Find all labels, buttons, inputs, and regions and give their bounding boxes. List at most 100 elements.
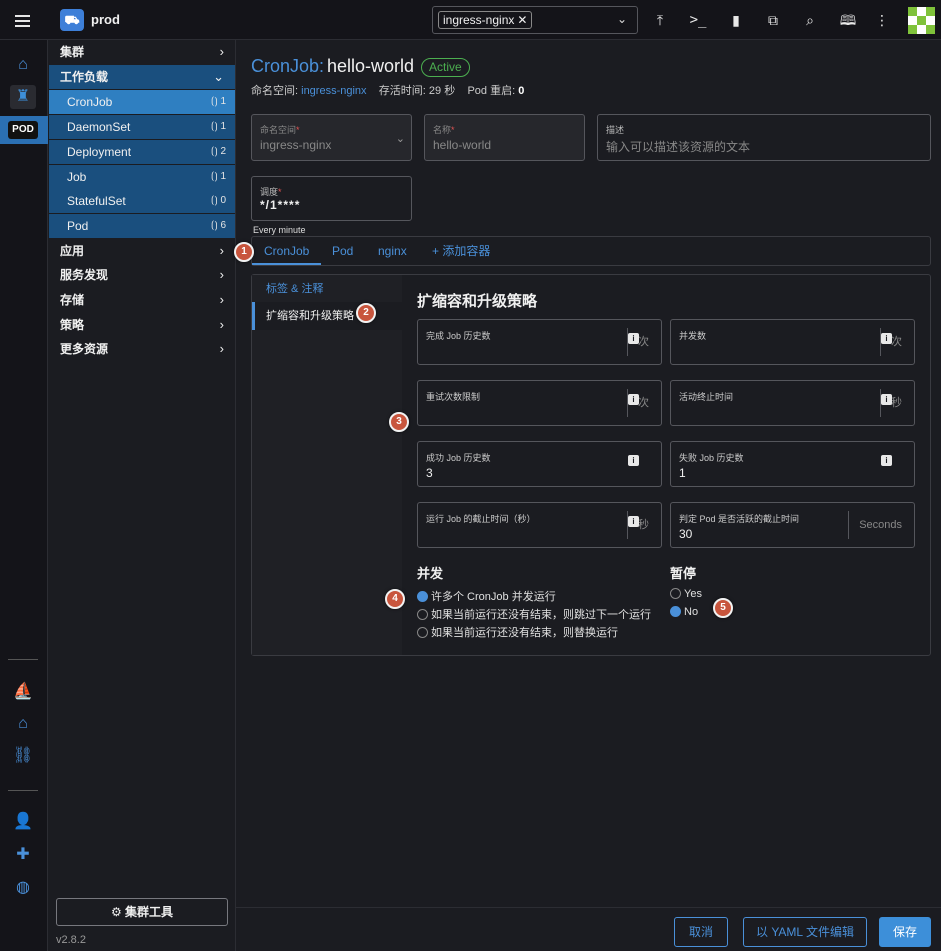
user-icon[interactable]: 👤 bbox=[10, 810, 36, 834]
sailboat-icon[interactable]: ⛵ bbox=[10, 680, 36, 704]
ready-seconds-input[interactable]: 30 bbox=[679, 527, 692, 541]
info-icon[interactable]: i bbox=[628, 516, 639, 527]
warehouse-icon[interactable]: ⌂ bbox=[10, 712, 36, 736]
name-field-label: 名称 bbox=[433, 125, 452, 135]
nav-label: 更多资源 bbox=[60, 342, 109, 356]
side-tab-scaling[interactable]: 扩缩容和升级策略 bbox=[252, 302, 402, 330]
failed-history-input[interactable]: 1 bbox=[679, 466, 686, 480]
starting-deadline-field[interactable]: 运行 Job 的截止时间（秒） 秒 i bbox=[417, 502, 662, 548]
annotation-marker: 4 bbox=[385, 589, 405, 609]
home-icon[interactable]: ⌂ bbox=[10, 53, 36, 77]
more-icon[interactable]: ⋮ bbox=[872, 10, 892, 30]
annotation-marker: 1 bbox=[234, 242, 254, 262]
nav-item-statefulset[interactable]: StatefulSet ⟮⟯ 0 bbox=[49, 189, 235, 213]
nav-label: 存储 bbox=[60, 293, 85, 307]
suspend-option-no[interactable]: No bbox=[670, 606, 698, 618]
save-button[interactable]: 保存 bbox=[879, 917, 931, 947]
info-icon[interactable]: i bbox=[881, 333, 892, 344]
globe-icon[interactable]: ◍ bbox=[10, 876, 36, 900]
completions-field[interactable]: 完成 Job 历史数 次 i bbox=[417, 319, 662, 365]
failed-history-field[interactable]: 失败 Job 历史数 1 i bbox=[670, 441, 915, 487]
backoff-limit-field[interactable]: 重试次数限制 次 i bbox=[417, 380, 662, 426]
tab-pod[interactable]: Pod bbox=[320, 237, 365, 265]
add-container-tab[interactable]: + 添加容器 bbox=[420, 237, 502, 265]
ready-seconds-field[interactable]: 判定 Pod 是否活跃的截止时间 30 Seconds bbox=[670, 502, 915, 548]
nav-service-discovery[interactable]: 服务发现 › bbox=[49, 263, 235, 287]
nav-item-pod[interactable]: Pod ⟮⟯ 6 bbox=[49, 214, 235, 238]
tab-cronjob[interactable]: CronJob bbox=[252, 237, 322, 265]
chevron-right-icon: › bbox=[219, 341, 224, 356]
namespace-chip[interactable]: ingress-nginx ✕ bbox=[438, 11, 533, 29]
top-bar: ⛟ prod ingress-nginx ✕ ⌄ ⤒ >_ ▮ ⧉ ⌕ 🕮 ⋮ bbox=[0, 0, 941, 40]
active-deadline-field[interactable]: 活动终止时间 秒 i bbox=[670, 380, 915, 426]
menu-icon[interactable] bbox=[8, 8, 36, 32]
nav-item-job[interactable]: Job ⟮⟯ 1 bbox=[49, 165, 235, 189]
info-icon[interactable]: i bbox=[628, 455, 639, 466]
nav-item-deployment[interactable]: Deployment ⟮⟯ 2 bbox=[49, 140, 235, 164]
close-icon[interactable]: ✕ bbox=[517, 13, 527, 27]
radio-unselected bbox=[417, 627, 428, 638]
nav-cluster[interactable]: 集群 › bbox=[49, 40, 235, 64]
nav-policy[interactable]: 策略 › bbox=[49, 313, 235, 337]
copy-icon[interactable]: ⧉ bbox=[763, 10, 783, 30]
nav-label: 集群 bbox=[60, 45, 85, 59]
chevron-down-icon[interactable]: ⌄ bbox=[617, 12, 627, 26]
concurrency-option-replace[interactable]: 如果当前运行还没有结束，则替换运行 bbox=[417, 624, 618, 640]
namespace-filter-select[interactable]: ingress-nginx ✕ ⌄ bbox=[432, 6, 638, 34]
edit-yaml-button[interactable]: 以 YAML 文件编辑 bbox=[743, 917, 867, 947]
status-badge: Active bbox=[421, 58, 470, 77]
side-tab-labels[interactable]: 标签 & 注释 bbox=[252, 275, 402, 303]
backoff-limit-label: 重试次数限制 bbox=[426, 392, 481, 402]
radio-label: No bbox=[684, 606, 699, 618]
search-icon[interactable]: ⌕ bbox=[800, 10, 820, 30]
info-icon[interactable]: i bbox=[628, 333, 639, 344]
cluster-icon[interactable]: ♜ bbox=[10, 85, 36, 109]
file-icon[interactable]: ▮ bbox=[726, 10, 746, 30]
radio-selected bbox=[417, 591, 428, 602]
success-history-field[interactable]: 成功 Job 历史数 3 i bbox=[417, 441, 662, 487]
chevron-down-icon: ⌄ bbox=[213, 69, 224, 84]
concurrency-option-allow[interactable]: 许多个 CronJob 并发运行 bbox=[417, 588, 556, 604]
description-input[interactable]: 输入可以描述该资源的文本 bbox=[606, 138, 750, 155]
nav-label: 应用 bbox=[60, 244, 85, 258]
ready-seconds-label: 判定 Pod 是否活跃的截止时间 bbox=[679, 514, 800, 524]
pod-rail-item[interactable]: POD bbox=[0, 116, 48, 144]
concurrency-option-forbid[interactable]: 如果当前运行还没有结束，则跳过下一个运行 bbox=[417, 606, 651, 622]
info-icon[interactable]: i bbox=[628, 394, 639, 405]
info-icon[interactable]: i bbox=[881, 394, 892, 405]
success-history-input[interactable]: 3 bbox=[426, 466, 433, 480]
upload-icon[interactable]: ⤒ bbox=[650, 10, 670, 30]
concurrency-title: 并发 bbox=[417, 566, 444, 581]
nav-item-cronjob[interactable]: CronJob ⟮⟯ 1 bbox=[49, 90, 235, 114]
schedule-hint: Every minute bbox=[253, 225, 306, 235]
cancel-button[interactable]: 取消 bbox=[674, 917, 728, 947]
cluster-tools-button[interactable]: ⚙ 集群工具 bbox=[56, 898, 228, 926]
avatar[interactable] bbox=[908, 7, 935, 34]
namespace-field-value: ingress-nginx bbox=[260, 138, 332, 152]
nav-item-daemonset[interactable]: DaemonSet ⟮⟯ 1 bbox=[49, 115, 235, 139]
terminal-icon[interactable]: >_ bbox=[688, 10, 708, 30]
radio-label: 如果当前运行还没有结束，则跳过下一个运行 bbox=[431, 609, 651, 621]
footer-bar: 取消 以 YAML 文件编辑 保存 bbox=[236, 907, 941, 951]
description-field[interactable]: 描述 输入可以描述该资源的文本 bbox=[597, 114, 931, 161]
book-icon[interactable]: 🕮 bbox=[838, 10, 858, 30]
nav-more-resources[interactable]: 更多资源 › bbox=[49, 337, 235, 361]
namespace-chip-label: ingress-nginx bbox=[443, 13, 515, 27]
namespace-meta-label: 命名空间: bbox=[251, 85, 299, 97]
info-icon[interactable]: i bbox=[881, 455, 892, 466]
parallelism-field[interactable]: 并发数 次 i bbox=[670, 319, 915, 365]
schedule-input[interactable]: */1**** bbox=[260, 198, 300, 212]
namespace-meta-link[interactable]: ingress-nginx bbox=[301, 85, 366, 97]
radio-label: 许多个 CronJob 并发运行 bbox=[431, 591, 556, 603]
schedule-field[interactable]: 调度* */1**** bbox=[251, 176, 412, 221]
nav-apps[interactable]: 应用 › bbox=[49, 239, 235, 263]
nav-storage[interactable]: 存储 › bbox=[49, 288, 235, 312]
network-icon[interactable]: ⛓ bbox=[10, 744, 36, 768]
nav-label: 工作负载 bbox=[60, 70, 109, 84]
tab-nginx[interactable]: nginx bbox=[366, 237, 419, 265]
extension-icon[interactable]: ✚ bbox=[10, 843, 36, 867]
nav-workloads[interactable]: 工作负载 ⌄ bbox=[49, 65, 235, 89]
restart-meta-label: Pod 重启: bbox=[467, 85, 516, 97]
suspend-option-yes[interactable]: Yes bbox=[670, 588, 702, 600]
description-field-label: 描述 bbox=[606, 125, 625, 135]
